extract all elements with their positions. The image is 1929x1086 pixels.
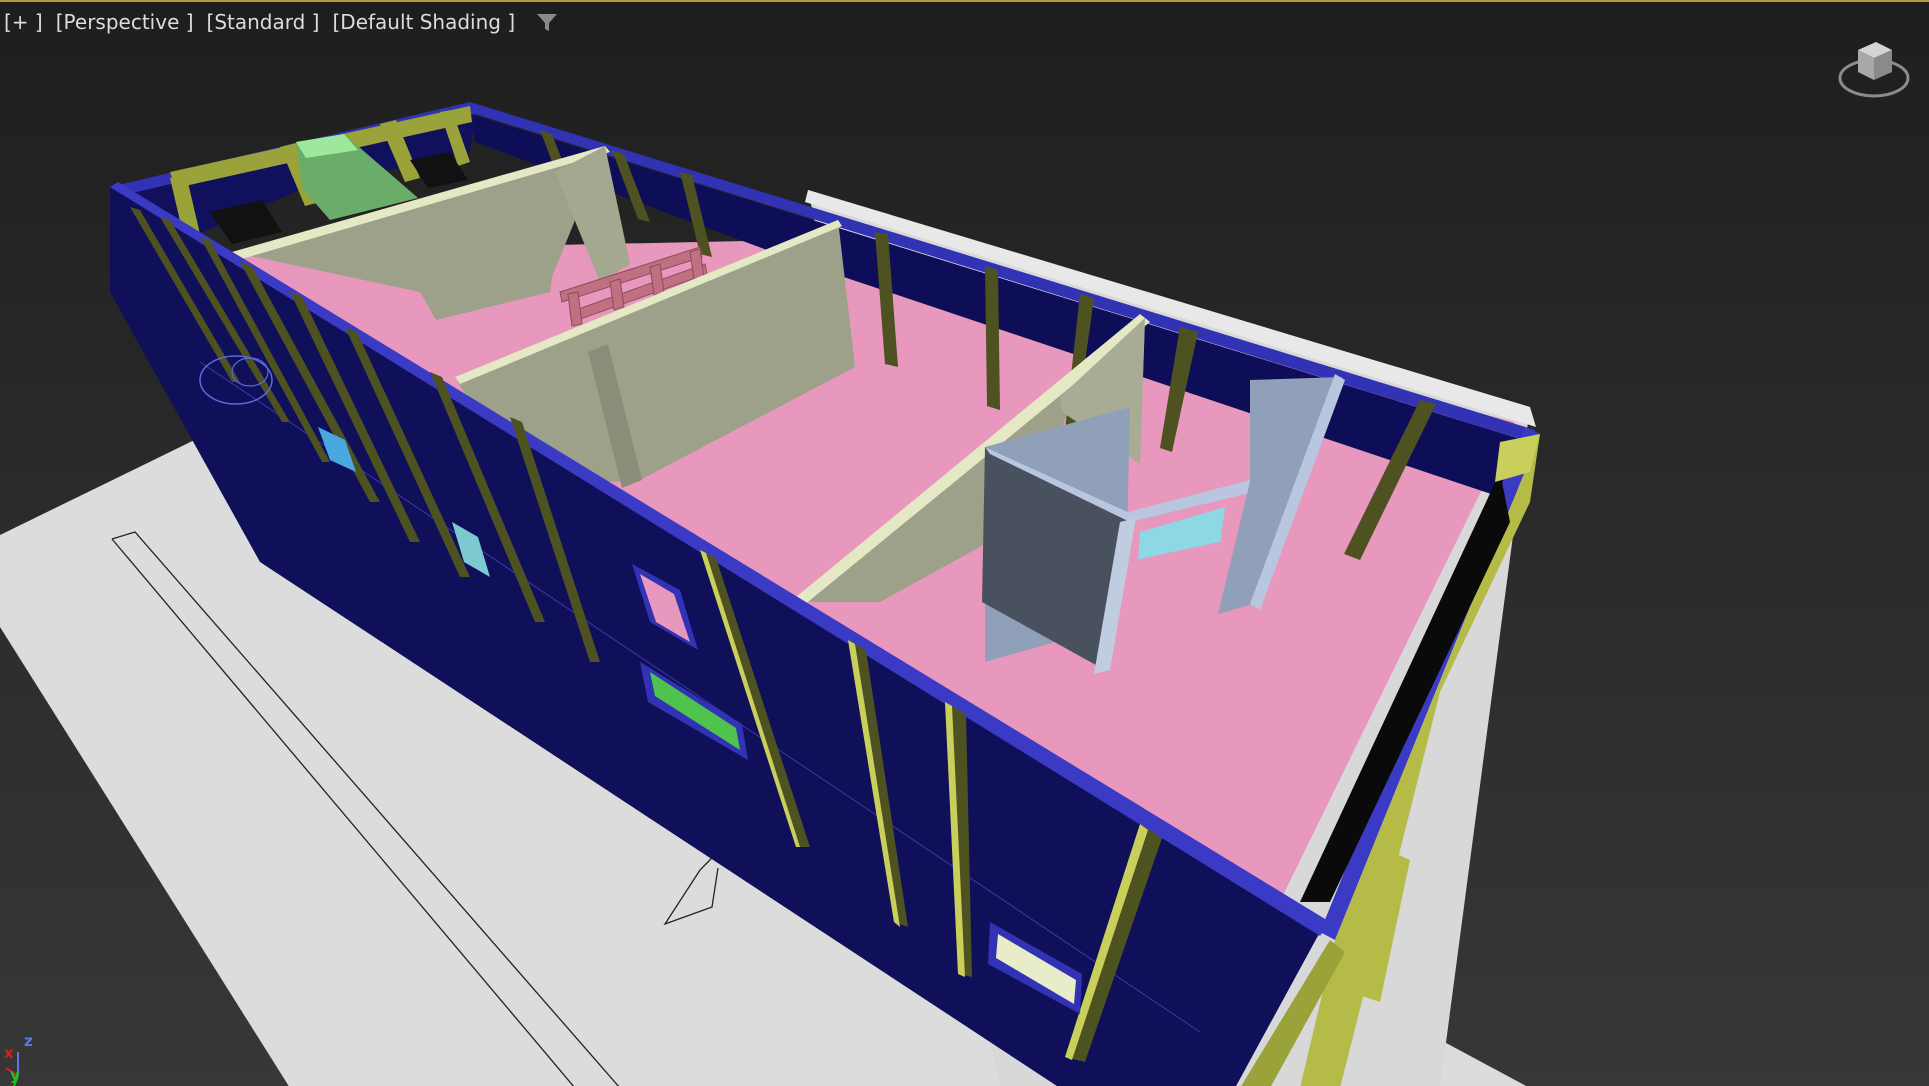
- viewcube-icon[interactable]: [1836, 30, 1912, 102]
- viewport-label-bar: [+ ] [Perspective ] [Standard ] [Default…: [4, 8, 560, 36]
- scene-render[interactable]: [0, 2, 1929, 1086]
- axis-z-label: z: [24, 1032, 33, 1050]
- axis-tripod: x z y: [2, 1032, 42, 1086]
- filter-funnel-icon[interactable]: [534, 9, 560, 35]
- axis-y-label: y: [10, 1066, 20, 1084]
- axis-x-label: x: [4, 1044, 14, 1062]
- perspective-viewport[interactable]: [+ ] [Perspective ] [Standard ] [Default…: [0, 0, 1929, 1086]
- viewport-shading-menu[interactable]: [Default Shading ]: [332, 10, 515, 34]
- viewport-render-mode-menu[interactable]: [Standard ]: [207, 10, 320, 34]
- viewport-plus-menu[interactable]: [+ ]: [4, 10, 43, 34]
- viewport-point-of-view-menu[interactable]: [Perspective ]: [56, 10, 194, 34]
